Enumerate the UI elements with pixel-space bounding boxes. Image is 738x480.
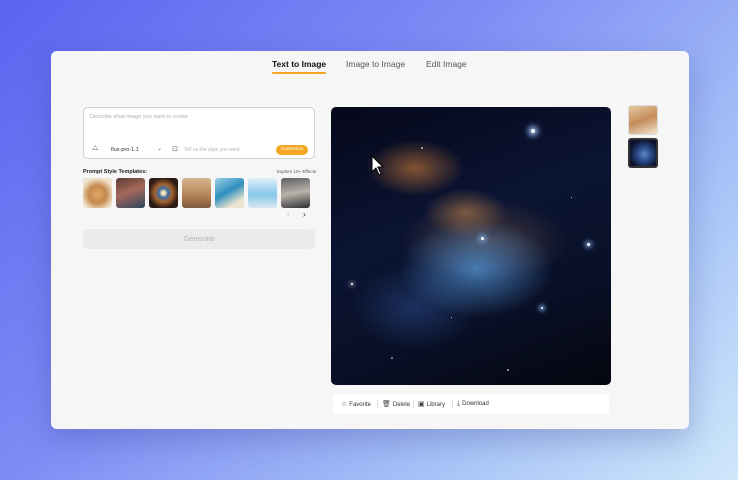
generate-button[interactable]: Generate: [83, 229, 315, 249]
mode-tabs: Text to Image Image to Image Edit Image: [51, 51, 689, 77]
template-thumb-girl-portrait[interactable]: [116, 178, 145, 208]
star: [571, 197, 572, 198]
tab-image-to-image[interactable]: Image to Image: [346, 59, 405, 69]
tab-text-to-image[interactable]: Text to Image: [272, 59, 327, 74]
template-thumb-eye-closeup[interactable]: [149, 178, 178, 208]
chevron-right-icon[interactable]: ›: [303, 210, 306, 219]
download-button[interactable]: ⤓ Download: [457, 400, 489, 408]
star-icon: ☆: [341, 401, 348, 408]
trash-icon: 🗑: [382, 401, 391, 408]
tab-edit-image[interactable]: Edit Image: [426, 59, 467, 69]
star: [541, 307, 543, 309]
template-thumb-teddy-bear[interactable]: [83, 178, 112, 208]
prompt-placeholder: Describe what image you want to create: [90, 114, 188, 120]
library-label: Library: [426, 402, 445, 408]
templates-title: Prompt Style Templates:: [83, 169, 148, 175]
customize-button[interactable]: Customize: [276, 145, 308, 155]
star: [507, 369, 509, 371]
star: [481, 237, 484, 240]
prompt-options-row: ⧍ flux-pro-1.1 ⌄ ⊡ Tell us the style you…: [84, 142, 314, 158]
style-icon: ⊡: [172, 146, 178, 153]
prompt-textarea[interactable]: Describe what image you want to create ⧍…: [83, 107, 315, 159]
favorite-button[interactable]: ☆ Favorite: [341, 400, 371, 408]
image-icon: ▣: [418, 401, 425, 408]
star: [421, 147, 423, 149]
library-button[interactable]: ▣ Library: [418, 400, 445, 408]
star: [587, 243, 590, 246]
template-thumb-food-dish[interactable]: [182, 178, 211, 208]
app-window: Text to Image Image to Image Edit Image …: [51, 51, 689, 429]
history-thumb-nebula[interactable]: [628, 138, 658, 168]
image-action-bar: ☆ Favorite 🗑 Delete ▣ Library ⤓ Download: [333, 394, 609, 414]
star: [391, 357, 393, 359]
explore-effects-link[interactable]: Explore 10+ Effects: [277, 169, 316, 174]
generated-image: [331, 107, 611, 385]
divider: [377, 400, 378, 408]
cursor-icon: [371, 155, 385, 176]
star: [351, 283, 353, 285]
delete-button[interactable]: 🗑 Delete: [382, 400, 410, 408]
star: [451, 317, 452, 318]
template-thumb-warrior-figure[interactable]: [281, 178, 310, 208]
star: [531, 129, 535, 133]
chevron-down-icon: ⌄: [156, 146, 162, 152]
template-thumb-winter-scene[interactable]: [248, 178, 277, 208]
delete-label: Delete: [392, 402, 411, 408]
style-input[interactable]: Tell us the style you want: [184, 147, 240, 153]
history-thumb-room-interior[interactable]: [628, 105, 658, 135]
model-select-value: flux-pro-1.1: [111, 147, 139, 153]
model-icon: ⧍: [92, 145, 99, 152]
model-select[interactable]: flux-pro-1.1 ⌄: [108, 144, 164, 156]
divider: [452, 400, 453, 408]
chevron-left-icon[interactable]: ‹: [287, 210, 290, 219]
template-thumb-island-scene[interactable]: [215, 178, 244, 208]
divider: [413, 400, 414, 408]
download-label: Download: [462, 401, 489, 407]
favorite-label: Favorite: [349, 402, 371, 408]
download-icon: ⤓: [457, 400, 461, 407]
